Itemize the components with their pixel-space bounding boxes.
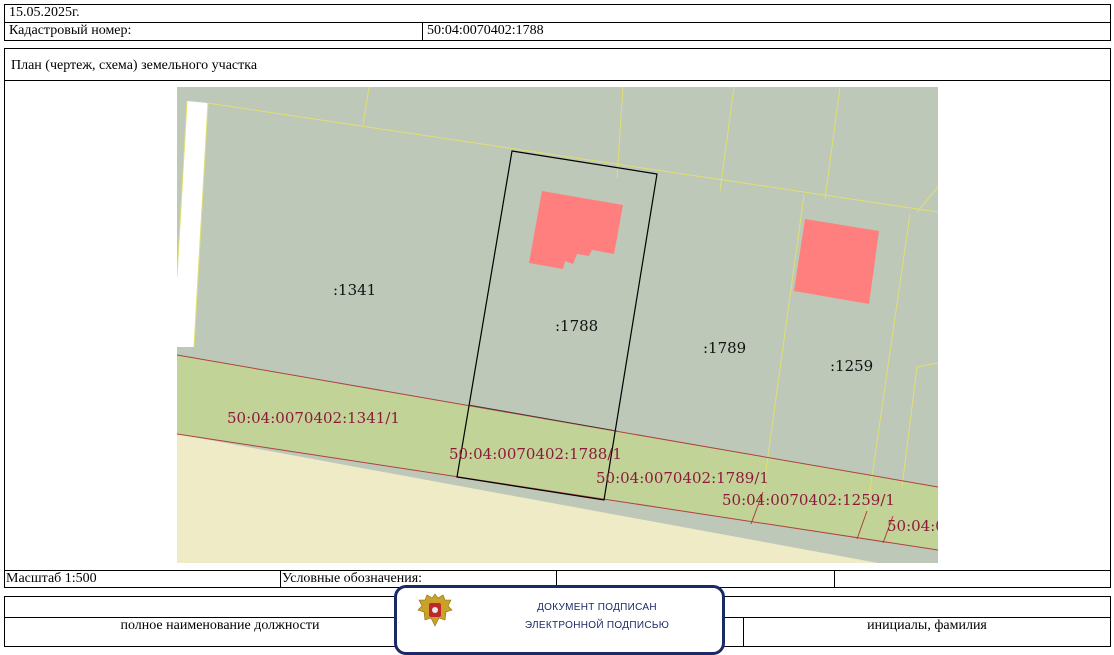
legend-label: Условные обозначения:: [282, 571, 423, 586]
scale-text: Масштаб 1:500: [6, 571, 97, 586]
cadastral-number-value: 50:04:0070402:1788: [427, 23, 544, 38]
stamp-line-1: ДОКУМЕНТ ПОДПИСАН: [537, 602, 657, 613]
plan-title-cell: План (чертеж, схема) земельного участка: [4, 48, 1111, 81]
cadastral-map[interactable]: :1341 :1788 :1789 :1259 50:04:0070402:13…: [177, 87, 938, 563]
part-label-1259-1: 50:04:0070402:1259/1: [722, 491, 895, 509]
legend-cell-3: [834, 570, 1111, 588]
part-label-1788-1: 50:04:0070402:1788/1: [449, 445, 622, 463]
document-date: 15.05.2025г.: [9, 5, 80, 20]
part-label-partial: 50:04:0: [887, 517, 938, 535]
position-cell: полное наименование должности: [4, 617, 436, 647]
electronic-signature-stamp: ДОКУМЕНТ ПОДПИСАН ЭЛЕКТРОННОЙ ПОДПИСЬЮ: [394, 585, 725, 655]
parcel-label-1341: :1341: [333, 281, 376, 299]
initials-label: инициалы, фамилия: [867, 618, 987, 633]
initials-cell: инициалы, фамилия: [743, 617, 1111, 647]
date-cell: 15.05.2025г.: [4, 4, 1111, 23]
part-label-1789-1: 50:04:0070402:1789/1: [596, 469, 769, 487]
parcel-label-1789: :1789: [703, 339, 746, 357]
building-1259: [794, 219, 879, 304]
cadastral-value-cell: 50:04:0070402:1788: [422, 22, 1111, 41]
parcel-label-1259: :1259: [830, 357, 873, 375]
plan-title: План (чертеж, схема) земельного участка: [11, 58, 258, 73]
cadastral-label-cell: Кадастровый номер:: [4, 22, 423, 41]
coat-of-arms-icon: [417, 593, 453, 627]
stamp-line-2: ЭЛЕКТРОННОЙ ПОДПИСЬЮ: [524, 620, 670, 631]
scale-cell: Масштаб 1:500: [4, 570, 281, 588]
part-label-1341-1: 50:04:0070402:1341/1: [227, 409, 400, 427]
cadastral-number-label: Кадастровый номер:: [9, 23, 132, 38]
parcel-label-1788: :1788: [555, 317, 598, 335]
position-label: полное наименование должности: [120, 618, 320, 633]
